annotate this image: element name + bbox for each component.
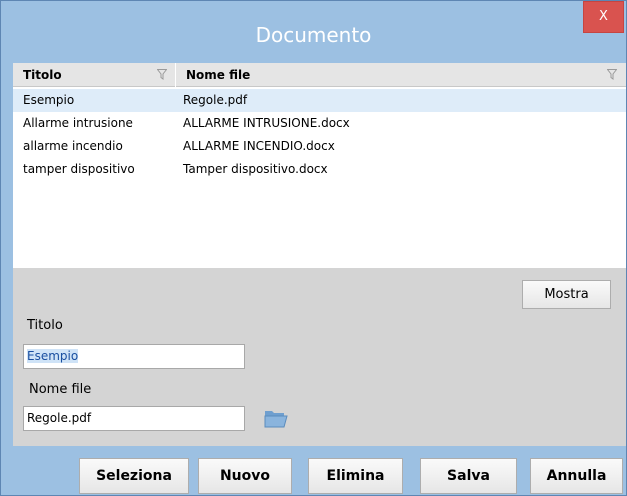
- elimina-button[interactable]: Elimina: [308, 458, 403, 494]
- dialog-title: Documento: [255, 23, 372, 47]
- column-header-label: Titolo: [23, 68, 62, 82]
- filter-icon[interactable]: [607, 69, 617, 80]
- seleziona-button[interactable]: Seleziona: [79, 458, 189, 494]
- nome-file-input-value: Regole.pdf: [27, 411, 92, 425]
- folder-open-icon[interactable]: [264, 408, 288, 428]
- filter-icon[interactable]: [157, 69, 167, 80]
- salva-button[interactable]: Salva: [420, 458, 517, 494]
- nome-file-label: Nome file: [29, 382, 92, 397]
- nome-file-input[interactable]: Regole.pdf: [23, 406, 245, 431]
- cell-nome-file: Tamper dispositivo.docx: [183, 162, 328, 176]
- mostra-button[interactable]: Mostra: [522, 280, 611, 309]
- column-header-titolo[interactable]: Titolo: [13, 63, 175, 87]
- details-panel: Mostra Titolo Esempio Nome file Regole.p…: [13, 268, 626, 446]
- table-row[interactable]: tamper dispositivo Tamper dispositivo.do…: [13, 158, 626, 181]
- cell-nome-file: Regole.pdf: [183, 93, 248, 107]
- column-header-nome-file[interactable]: Nome file: [176, 63, 626, 87]
- table-row[interactable]: allarme incendio ALLARME INCENDIO.docx: [13, 135, 626, 158]
- cell-nome-file: ALLARME INCENDIO.docx: [183, 139, 335, 153]
- cell-titolo: allarme incendio: [23, 139, 123, 153]
- action-bar: Seleziona Nuovo Elimina Salva Annulla: [1, 446, 626, 495]
- document-dialog: Documento X Titolo Nome file Esempio Reg…: [0, 0, 627, 496]
- title-bar: Documento X: [1, 1, 626, 61]
- documents-grid: Titolo Nome file Esempio Regole.pdf Alla…: [13, 63, 626, 268]
- annulla-button[interactable]: Annulla: [530, 458, 623, 494]
- close-button[interactable]: X: [583, 1, 624, 33]
- cell-titolo: tamper dispositivo: [23, 162, 135, 176]
- titolo-input-value: Esempio: [27, 349, 79, 363]
- cell-titolo: Esempio: [23, 93, 75, 107]
- table-row[interactable]: Esempio Regole.pdf: [13, 89, 626, 112]
- cell-nome-file: ALLARME INTRUSIONE.docx: [183, 116, 350, 130]
- titolo-label: Titolo: [27, 318, 63, 333]
- titolo-input[interactable]: Esempio: [23, 344, 245, 369]
- nuovo-button[interactable]: Nuovo: [198, 458, 292, 494]
- table-row[interactable]: Allarme intrusione ALLARME INTRUSIONE.do…: [13, 112, 626, 135]
- column-header-label: Nome file: [186, 68, 251, 82]
- grid-header: Titolo Nome file: [13, 63, 626, 87]
- cell-titolo: Allarme intrusione: [23, 116, 133, 130]
